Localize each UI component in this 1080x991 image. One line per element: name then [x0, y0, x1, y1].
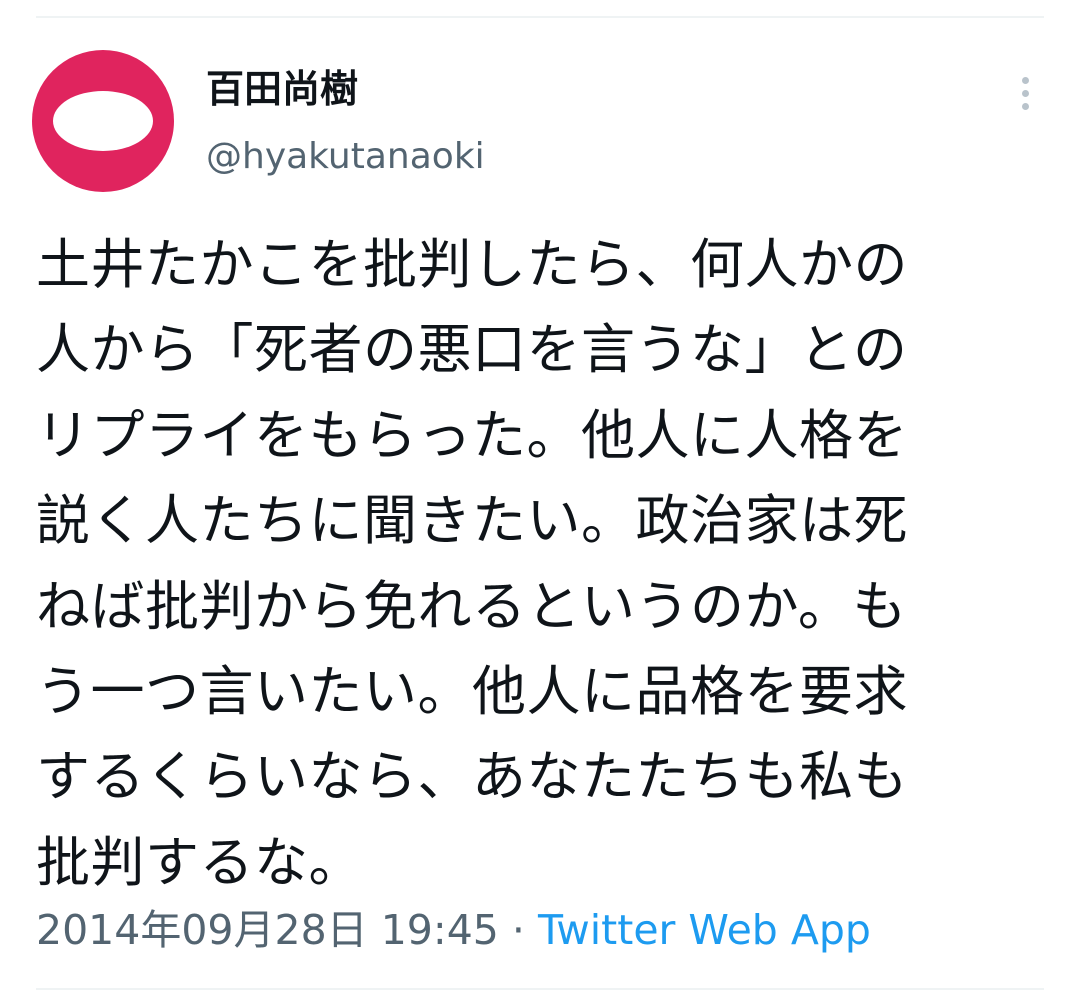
tweet-source-link[interactable]: Twitter Web App [538, 906, 871, 954]
tweet-text-line: ねば批判から免れるというのか。も [36, 574, 907, 638]
avatar[interactable] [32, 50, 174, 192]
tweet-text: 土井たかこを批判したら、何人かの 人から「死者の悪口を言うな」との リプライをも… [36, 222, 1046, 905]
avatar-inner-shape [53, 91, 153, 151]
more-vertical-icon-dot [1021, 102, 1029, 110]
more-vertical-icon [1021, 76, 1029, 84]
user-handle[interactable]: @hyakutanaoki [206, 130, 485, 184]
display-name[interactable]: 百田尚樹 [206, 62, 358, 116]
more-vertical-icon-dot [1021, 89, 1029, 97]
tweet-meta: 2014年09月28日 19:45 · Twitter Web App [36, 902, 871, 958]
tweet-text-line: リプライをもらった。他人に人格を [36, 403, 908, 467]
tweet-text-line: 説く人たちに聞きたい。政治家は死 [36, 489, 908, 553]
meta-separator: · [498, 906, 538, 954]
tweet-text-line: 人から「死者の悪口を言うな」との [36, 318, 908, 382]
top-divider [36, 16, 1044, 18]
tweet-text-line: 土井たかこを批判したら、何人かの [36, 233, 908, 296]
tweet-text-line: 批判するな。 [36, 830, 363, 894]
more-options-button[interactable] [1010, 70, 1040, 116]
bottom-divider [36, 988, 1044, 990]
tweet-text-line: う一つ言いたい。他人に品格を要求 [36, 660, 908, 724]
tweet-timestamp[interactable]: 2014年09月28日 19:45 [36, 906, 499, 954]
tweet-text-line: するくらいなら、あなたたちも私も [36, 745, 908, 809]
